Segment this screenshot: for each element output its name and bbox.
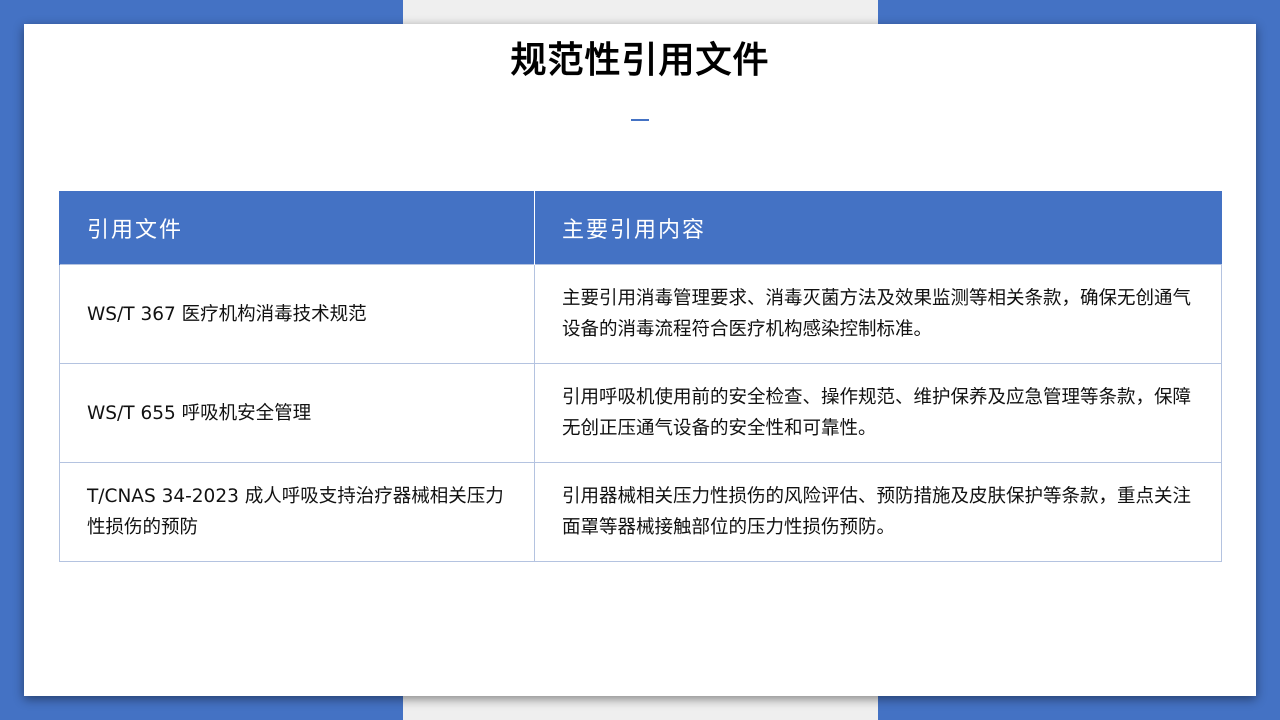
reference-document-cell: WS/T 367 医疗机构消毒技术规范 — [59, 264, 535, 364]
table-row: WS/T 367 医疗机构消毒技术规范 主要引用消毒管理要求、消毒灭菌方法及效果… — [59, 264, 1222, 364]
table-row: T/CNAS 34-2023 成人呼吸支持治疗器械相关压力性损伤的预防 引用器械… — [59, 462, 1222, 562]
reference-content-cell: 引用呼吸机使用前的安全检查、操作规范、维护保养及应急管理等条款，保障无创正压通气… — [534, 363, 1222, 463]
header-reference-document: 引用文件 — [59, 191, 535, 265]
reference-document-cell: WS/T 655 呼吸机安全管理 — [59, 363, 535, 463]
header-main-content: 主要引用内容 — [534, 191, 1222, 265]
reference-table: 引用文件 主要引用内容 WS/T 367 医疗机构消毒技术规范 主要引用消毒管理… — [59, 191, 1222, 562]
slide-title: 规范性引用文件 — [510, 40, 770, 81]
reference-content-cell: 引用器械相关压力性损伤的风险评估、预防措施及皮肤保护等条款，重点关注面罩等器械接… — [534, 462, 1222, 562]
reference-document-cell: T/CNAS 34-2023 成人呼吸支持治疗器械相关压力性损伤的预防 — [59, 462, 535, 562]
table-row: WS/T 655 呼吸机安全管理 引用呼吸机使用前的安全检查、操作规范、维护保养… — [59, 363, 1222, 463]
slide-card: 规范性引用文件 引用文件 主要引用内容 WS/T 367 医疗机构消毒技术规范 … — [24, 24, 1256, 696]
title-accent-line — [631, 119, 649, 121]
table-header-row: 引用文件 主要引用内容 — [59, 191, 1222, 265]
reference-content-cell: 主要引用消毒管理要求、消毒灭菌方法及效果监测等相关条款，确保无创通气设备的消毒流… — [534, 264, 1222, 364]
